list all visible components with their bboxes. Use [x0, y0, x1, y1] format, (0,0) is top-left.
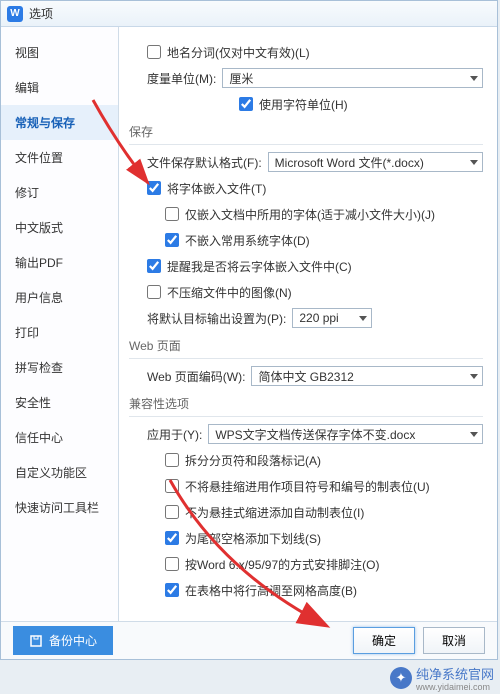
compat-checkbox[interactable] — [165, 583, 179, 597]
section-save-title: 保存 — [129, 123, 483, 145]
sidebar-item[interactable]: 信任中心 — [1, 420, 118, 455]
sidebar-item[interactable]: 修订 — [1, 175, 118, 210]
ok-button[interactable]: 确定 — [353, 627, 415, 654]
apply-to-select[interactable]: WPS文字文档传送保存字体不变.docx — [208, 424, 483, 444]
embed-only-used-checkbox[interactable] — [165, 207, 179, 221]
section-web-title: Web 页面 — [129, 337, 483, 359]
compat-label: 不为悬挂式缩进添加自动制表位(I) — [185, 504, 364, 521]
dialog-footer: 备份中心 确定 取消 — [1, 621, 497, 659]
sidebar-item[interactable]: 文件位置 — [1, 140, 118, 175]
watermark-icon: ✦ — [390, 667, 412, 689]
save-format-label: 文件保存默认格式(F): — [147, 154, 262, 171]
sidebar: 视图编辑常规与保存文件位置修订中文版式输出PDF用户信息打印拼写检查安全性信任中… — [1, 27, 119, 621]
remind-cloud-label: 提醒我是否将云字体嵌入文件中(C) — [167, 258, 352, 275]
sidebar-item[interactable]: 视图 — [1, 35, 118, 70]
compat-checkbox[interactable] — [165, 505, 179, 519]
options-dialog: W 选项 视图编辑常规与保存文件位置修订中文版式输出PDF用户信息打印拼写检查安… — [0, 0, 498, 660]
titlebar: W 选项 — [1, 1, 497, 27]
watermark-brand: 纯净系统官网 — [416, 667, 494, 682]
main-panel: 地名分词(仅对中文有效)(L) 度量单位(M): 厘米 使用字符单位(H) 保存… — [119, 27, 497, 621]
compat-label: 不将悬挂缩进用作项目符号和编号的制表位(U) — [185, 478, 430, 495]
compat-checkbox[interactable] — [165, 531, 179, 545]
sidebar-item[interactable]: 中文版式 — [1, 210, 118, 245]
backup-icon — [29, 634, 43, 648]
no-compress-img-checkbox[interactable] — [147, 285, 161, 299]
embed-only-used-label: 仅嵌入文档中所用的字体(适于减小文件大小)(J) — [185, 206, 435, 223]
no-embed-common-checkbox[interactable] — [165, 233, 179, 247]
cancel-button[interactable]: 取消 — [423, 627, 485, 654]
embed-font-label: 将字体嵌入文件(T) — [167, 180, 266, 197]
default-output-select[interactable]: 220 ppi — [292, 308, 372, 328]
web-encoding-label: Web 页面编码(W): — [147, 368, 245, 385]
place-name-split-label: 地名分词(仅对中文有效)(L) — [167, 44, 310, 61]
sidebar-item[interactable]: 常规与保存 — [1, 105, 118, 140]
sidebar-item[interactable]: 输出PDF — [1, 245, 118, 280]
compat-checkbox[interactable] — [165, 479, 179, 493]
compat-label: 在表格中将行高调至网格高度(B) — [185, 582, 357, 599]
no-compress-img-label: 不压缩文件中的图像(N) — [167, 284, 292, 301]
no-embed-common-label: 不嵌入常用系统字体(D) — [185, 232, 310, 249]
save-format-select[interactable]: Microsoft Word 文件(*.docx) — [268, 152, 483, 172]
sidebar-item[interactable]: 安全性 — [1, 385, 118, 420]
sidebar-item[interactable]: 快速访问工具栏 — [1, 490, 118, 525]
watermark: ✦ 纯净系统官网 www.yidaimei.com — [390, 664, 494, 692]
watermark-url: www.yidaimei.com — [416, 683, 494, 692]
section-compat-title: 兼容性选项 — [129, 395, 483, 417]
compat-checkbox[interactable] — [165, 453, 179, 467]
window-title: 选项 — [29, 5, 53, 22]
default-output-label: 将默认目标输出设置为(P): — [147, 310, 286, 327]
sidebar-item[interactable]: 拼写检查 — [1, 350, 118, 385]
use-char-unit-label: 使用字符单位(H) — [259, 96, 348, 113]
use-char-unit-checkbox[interactable] — [239, 97, 253, 111]
compat-checkbox[interactable] — [165, 557, 179, 571]
sidebar-item[interactable]: 编辑 — [1, 70, 118, 105]
compat-label: 按Word 6.x/95/97的方式安排脚注(O) — [185, 556, 380, 573]
embed-font-checkbox[interactable] — [147, 181, 161, 195]
apply-to-label: 应用于(Y): — [147, 426, 202, 443]
sidebar-item[interactable]: 打印 — [1, 315, 118, 350]
compat-label: 为尾部空格添加下划线(S) — [185, 530, 321, 547]
unit-label: 度量单位(M): — [147, 70, 216, 87]
backup-center-button[interactable]: 备份中心 — [13, 626, 113, 655]
sidebar-item[interactable]: 用户信息 — [1, 280, 118, 315]
remind-cloud-checkbox[interactable] — [147, 259, 161, 273]
place-name-split-checkbox[interactable] — [147, 45, 161, 59]
app-logo-icon: W — [7, 6, 23, 22]
compat-label: 拆分分页符和段落标记(A) — [185, 452, 321, 469]
sidebar-item[interactable]: 自定义功能区 — [1, 455, 118, 490]
web-encoding-select[interactable]: 简体中文 GB2312 — [251, 366, 483, 386]
unit-select[interactable]: 厘米 — [222, 68, 483, 88]
